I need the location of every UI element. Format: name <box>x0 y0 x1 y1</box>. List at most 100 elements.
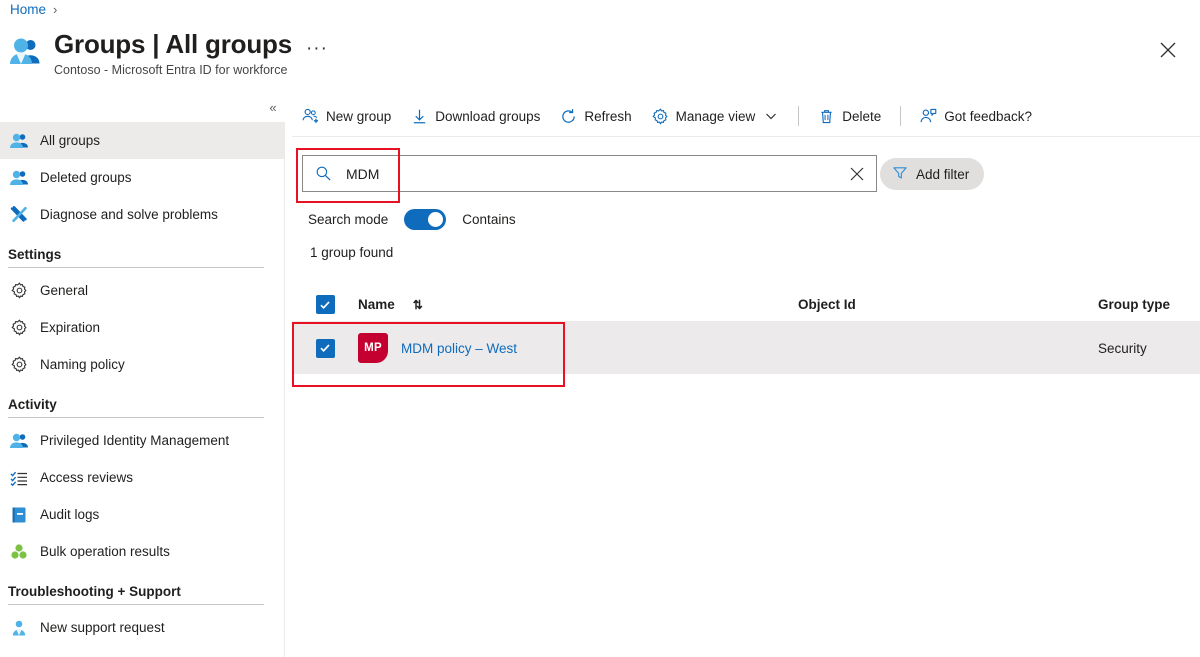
checklist-icon <box>10 469 28 487</box>
divider <box>8 604 264 605</box>
column-header-object-id[interactable]: Object Id <box>798 297 1098 312</box>
search-input-value: MDM <box>346 165 380 182</box>
book-icon <box>10 506 28 524</box>
row-name-cell: MP MDM policy – West <box>358 333 798 363</box>
select-all-checkbox[interactable] <box>315 295 335 314</box>
collapse-sidebar-button[interactable]: « <box>263 100 283 115</box>
toolbar-divider <box>798 106 800 126</box>
toggle-knob <box>428 212 444 227</box>
select-all-checkbox-cell <box>292 295 358 314</box>
column-header-name[interactable]: Name ⇅ <box>358 297 798 312</box>
table-header-row: Name ⇅ Object Id Group type <box>292 288 1200 322</box>
more-options-button[interactable]: ··· <box>306 32 328 58</box>
new-group-label: New group <box>326 108 392 124</box>
avatar: MP <box>358 333 388 363</box>
groups-icon <box>10 169 28 187</box>
sidebar-item-label: Deleted groups <box>40 170 132 185</box>
manage-view-label: Manage view <box>675 108 756 124</box>
search-icon <box>315 165 332 182</box>
sidebar-item-access-reviews[interactable]: Access reviews <box>0 459 284 496</box>
group-name-link[interactable]: MDM policy – West <box>401 341 517 356</box>
wrench-screwdriver-icon <box>10 205 28 224</box>
refresh-icon <box>560 108 577 125</box>
sidebar-item-label: Audit logs <box>40 507 100 522</box>
clear-search-icon[interactable] <box>848 165 866 183</box>
sidebar-section-activity: Activity <box>8 397 57 412</box>
download-groups-label: Download groups <box>435 108 541 124</box>
close-icon[interactable] <box>1152 34 1184 66</box>
sidebar-item-label: Bulk operation results <box>40 544 170 559</box>
got-feedback-label: Got feedback? <box>944 108 1033 124</box>
sidebar-item-label: Naming policy <box>40 357 125 372</box>
sidebar-item-label: Access reviews <box>40 470 134 485</box>
search-mode-row: Search mode Contains <box>308 209 516 230</box>
sidebar-item-label: New support request <box>40 620 165 635</box>
column-header-group-type[interactable]: Group type <box>1098 297 1198 312</box>
refresh-button[interactable]: Refresh <box>550 100 641 132</box>
sidebar-section-settings: Settings <box>8 247 62 262</box>
refresh-label: Refresh <box>584 108 632 124</box>
add-filter-label: Add filter <box>916 166 970 182</box>
sidebar-item-label: Expiration <box>40 320 101 335</box>
table-row[interactable]: MP MDM policy – West Security <box>292 322 1200 374</box>
funnel-icon <box>892 165 908 184</box>
new-group-button[interactable]: New group <box>292 100 401 132</box>
groups-table: Name ⇅ Object Id Group type MP MDM polic… <box>292 288 1200 374</box>
breadcrumb: Home › <box>10 2 57 17</box>
page-title: Groups | All groups <box>54 29 292 59</box>
search-mode-value: Contains <box>462 212 516 227</box>
breadcrumb-separator-icon: › <box>53 2 58 17</box>
download-groups-button[interactable]: Download groups <box>401 100 550 132</box>
search-mode-toggle[interactable] <box>404 209 447 230</box>
gear-icon <box>652 108 669 125</box>
sidebar-item-all-groups[interactable]: All groups <box>0 122 284 159</box>
chevron-down-icon <box>762 108 779 125</box>
gear-icon <box>10 319 28 337</box>
trash-icon <box>818 108 835 125</box>
sidebar-item-deleted-groups[interactable]: Deleted groups <box>0 159 284 196</box>
clover-icon <box>10 543 28 561</box>
breadcrumb-home-link[interactable]: Home <box>10 2 46 17</box>
groups-all-groups-page: Home › Groups | All groups ··· Contoso -… <box>0 0 1200 657</box>
sidebar-item-privileged-identity-management[interactable]: Privileged Identity Management <box>0 422 284 459</box>
row-checkbox-cell <box>292 338 358 358</box>
row-checkbox[interactable] <box>315 338 335 358</box>
toolbar-divider <box>900 106 902 126</box>
sidebar: All groups Deleted groups Diagnose and s… <box>0 122 285 657</box>
sidebar-item-label: All groups <box>40 133 101 148</box>
gear-icon <box>10 282 28 300</box>
add-group-icon <box>302 108 319 125</box>
sort-icon: ⇅ <box>412 297 423 312</box>
page-subtitle: Contoso - Microsoft Entra ID for workfor… <box>54 62 288 77</box>
result-count: 1 group found <box>310 245 394 260</box>
feedback-icon <box>920 108 937 125</box>
sidebar-item-general[interactable]: General <box>0 272 284 309</box>
sidebar-item-diagnose-and-solve-problems[interactable]: Diagnose and solve problems <box>0 196 284 233</box>
page-header: Groups | All groups ··· Contoso - Micros… <box>8 29 328 77</box>
groups-icon <box>10 432 28 450</box>
gear-icon <box>10 356 28 374</box>
delete-button[interactable]: Delete <box>808 100 891 132</box>
sidebar-item-naming-policy[interactable]: Naming policy <box>0 346 284 383</box>
groups-icon <box>8 34 44 70</box>
download-icon <box>411 108 428 125</box>
sidebar-item-label: General <box>40 283 89 298</box>
sidebar-item-bulk-operation-results[interactable]: Bulk operation results <box>0 533 284 570</box>
person-icon <box>10 619 28 637</box>
add-filter-button[interactable]: Add filter <box>880 158 985 190</box>
divider <box>8 267 264 268</box>
sidebar-item-label: Privileged Identity Management <box>40 433 230 448</box>
sidebar-item-audit-logs[interactable]: Audit logs <box>0 496 284 533</box>
command-toolbar: New group Download groups Refresh Manage… <box>292 97 1200 135</box>
got-feedback-button[interactable]: Got feedback? <box>910 100 1042 132</box>
sidebar-item-label: Diagnose and solve problems <box>40 207 218 222</box>
sidebar-item-new-support-request[interactable]: New support request <box>0 609 284 646</box>
delete-label: Delete <box>842 108 882 124</box>
search-input[interactable]: MDM <box>302 155 877 192</box>
divider <box>8 417 264 418</box>
search-mode-label: Search mode <box>308 212 389 227</box>
toolbar-bottom-divider <box>292 136 1200 137</box>
column-header-name-label: Name <box>358 297 395 312</box>
sidebar-item-expiration[interactable]: Expiration <box>0 309 284 346</box>
manage-view-button[interactable]: Manage view <box>642 100 790 132</box>
